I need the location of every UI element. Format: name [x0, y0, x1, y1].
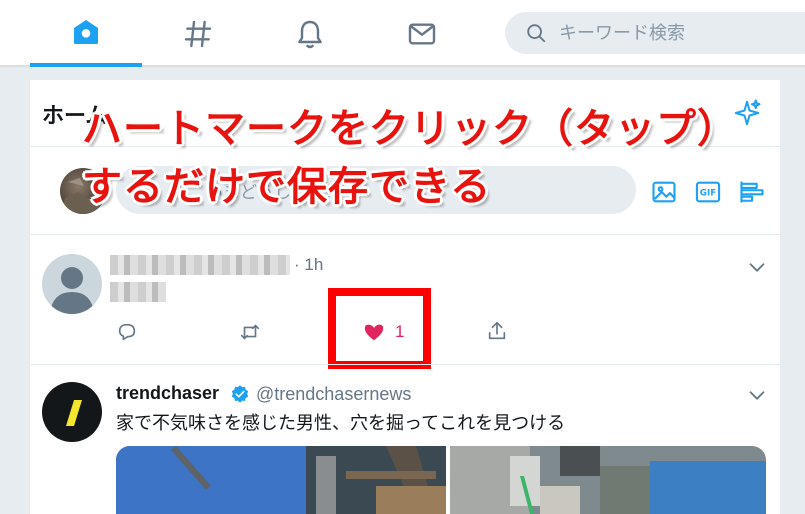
search-input[interactable] — [559, 22, 799, 44]
search-bar[interactable] — [505, 12, 805, 54]
chevron-down-icon[interactable] — [746, 256, 768, 278]
bell-icon — [298, 20, 322, 48]
reply-icon — [118, 323, 136, 341]
nav-messages[interactable] — [366, 0, 478, 67]
compose-poll-button[interactable] — [736, 176, 768, 208]
tweet-media-image-right[interactable] — [450, 446, 766, 514]
gif-icon: GIF — [695, 181, 721, 203]
share-icon — [488, 321, 506, 340]
tweet-author-name[interactable]: trendchaser — [116, 383, 219, 404]
tweet-author-avatar[interactable] — [42, 254, 102, 314]
compose-gif-button[interactable]: GIF — [692, 176, 724, 208]
nav-explore[interactable] — [142, 0, 254, 67]
retweet-icon — [240, 324, 260, 340]
tweet-text: 家で不気味さを感じた男性、穴を掘ってこれを見つける — [116, 413, 566, 434]
home-icon — [74, 19, 98, 44]
annotation-line-2: するだけで保存できる — [82, 164, 492, 210]
search-icon — [527, 24, 546, 43]
like-highlight-box — [328, 288, 431, 369]
chevron-down-icon[interactable] — [746, 384, 768, 406]
divider — [30, 364, 780, 365]
annotation-line-1: ハートマークをクリック（タップ） — [82, 106, 738, 152]
mail-icon — [408, 22, 436, 45]
nav-notifications[interactable] — [254, 0, 366, 67]
verified-badge-icon — [231, 385, 249, 403]
tweet-timestamp: · 1h — [294, 255, 324, 274]
reply-button[interactable] — [116, 321, 138, 343]
retweet-button[interactable] — [239, 321, 261, 343]
top-navigation — [0, 0, 805, 67]
svg-text:GIF: GIF — [700, 189, 716, 199]
divider — [30, 234, 780, 235]
tweet-author-handle[interactable]: @trendchasernews — [256, 384, 411, 405]
compose-toolbar: GIF — [648, 176, 768, 208]
poll-icon — [740, 181, 764, 203]
hashtag-icon — [184, 20, 212, 47]
tweet-author-avatar[interactable] — [42, 382, 102, 442]
redacted-tweet-text — [110, 282, 166, 302]
nav-home[interactable] — [30, 0, 142, 67]
compose-photo-button[interactable] — [648, 176, 680, 208]
share-button[interactable] — [486, 320, 508, 342]
tweet-media-image-left[interactable] — [116, 446, 446, 514]
image-icon — [652, 181, 676, 203]
redacted-username — [110, 255, 290, 275]
